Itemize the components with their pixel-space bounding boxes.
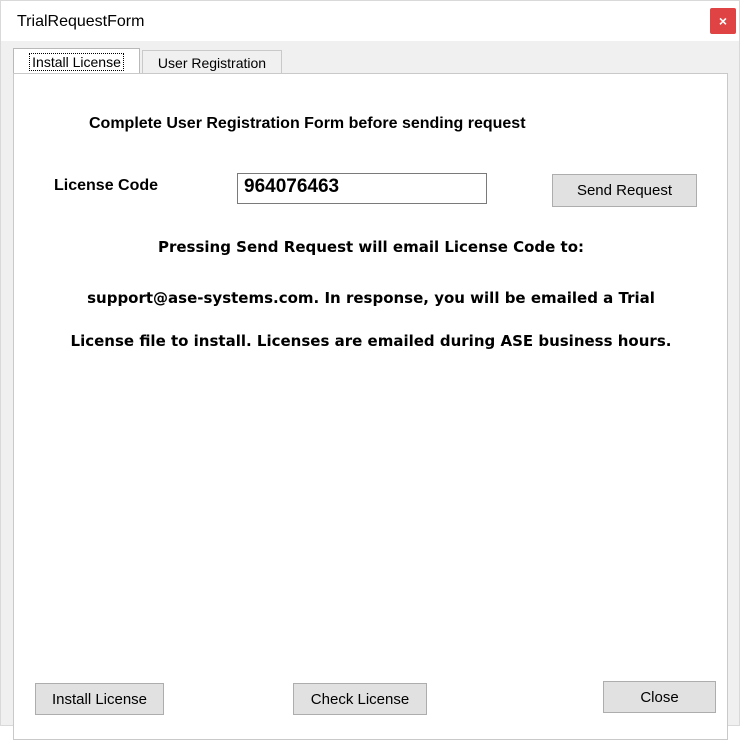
- tab-install-license[interactable]: Install License: [13, 48, 140, 74]
- trial-request-window: TrialRequestForm × Install License User …: [0, 0, 740, 740]
- close-window-icon[interactable]: ×: [710, 8, 736, 34]
- info-message-line-1: Pressing Send Request will email License…: [157, 238, 585, 256]
- tab-user-registration-label: User Registration: [157, 54, 267, 71]
- info-message-line-2: support@ase-systems.com. In response, yo…: [87, 289, 655, 307]
- send-request-button[interactable]: Send Request: [552, 174, 697, 207]
- close-button[interactable]: Close: [603, 681, 716, 713]
- license-code-label: License Code: [54, 177, 159, 194]
- title-bar: TrialRequestForm ×: [1, 1, 739, 41]
- window-title: TrialRequestForm: [17, 13, 145, 30]
- tab-user-registration[interactable]: User Registration: [142, 50, 282, 74]
- form-heading: Complete User Registration Form before s…: [89, 115, 526, 132]
- info-message-line-3: License file to install. Licenses are em…: [70, 332, 672, 350]
- check-license-button[interactable]: Check License: [293, 683, 427, 715]
- tab-install-license-label: Install License: [29, 52, 124, 71]
- license-code-field[interactable]: 964076463: [237, 173, 487, 204]
- install-license-button[interactable]: Install License: [35, 683, 164, 715]
